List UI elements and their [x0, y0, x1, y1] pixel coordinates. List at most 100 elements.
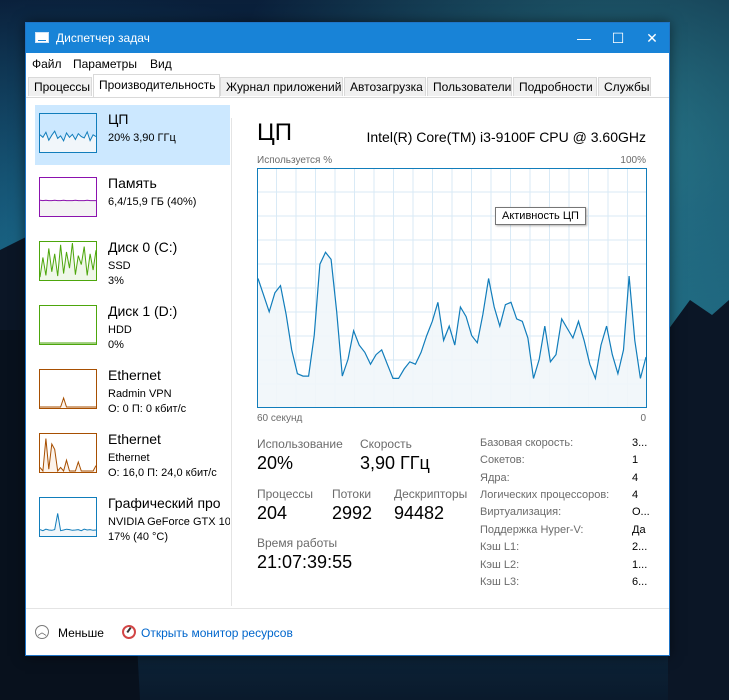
resource-sidebar: ЦП 20% 3,90 ГГц Память 6,4/15,9 ГБ (40%)… [26, 98, 230, 608]
thumbnail-graph [39, 177, 97, 217]
sidebar-item-detail-2: О: 16,0 П: 24,0 кбит/с [108, 467, 217, 479]
thumbnail-graph [39, 497, 97, 537]
sidebar-item-detail: NVIDIA GeForce GTX 106 [108, 516, 230, 528]
detail-value: 2... [632, 541, 648, 553]
graph-axis-end: 0 [640, 413, 646, 424]
sidebar-item-name: Графический про [108, 495, 221, 511]
sidebar-item-detail-2: 3% [108, 275, 124, 287]
sidebar-item-name: Диск 0 (C:) [108, 239, 178, 255]
tab-users[interactable]: Пользователи [427, 77, 512, 96]
sidebar-item-ethernet-radmin[interactable]: Ethernet Radmin VPN О: 0 П: 0 кбит/с [35, 361, 230, 421]
thumbnail-graph [39, 241, 97, 281]
thumbnail-graph [39, 433, 97, 473]
detail-value: 1 [632, 454, 639, 466]
tab-processes[interactable]: Процессы [28, 77, 92, 96]
menu-bar: Файл Параметры Вид [26, 53, 669, 73]
detail-key: Поддержка Hyper-V: [480, 524, 584, 536]
processes-value: 204 [257, 503, 288, 523]
utilization-label: Использование [257, 437, 343, 451]
sidebar-item-detail: HDD [108, 324, 132, 336]
detail-value: 1... [632, 559, 648, 571]
detail-value: 6... [632, 576, 648, 588]
sidebar-item-name: Память [108, 175, 157, 191]
sidebar-item-disk-0[interactable]: Диск 0 (C:) SSD 3% [35, 233, 230, 293]
footer-bar: ︿ Меньше Открыть монитор ресурсов [26, 608, 669, 656]
thumbnail-area [40, 513, 96, 536]
detail-key: Виртуализация: [480, 506, 562, 518]
thumbnail-line [40, 438, 96, 472]
maximize-button[interactable]: ☐ [601, 23, 635, 53]
tab-strip: Процессы Производительность Журнал прило… [26, 73, 669, 98]
handles-value: 94482 [394, 503, 445, 523]
sidebar-item-detail: SSD [108, 260, 131, 272]
tab-performance[interactable]: Производительность [93, 74, 220, 97]
sidebar-item-memory[interactable]: Память 6,4/15,9 ГБ (40%) [35, 169, 230, 229]
utilization-value: 20% [257, 453, 294, 473]
detail-key: Кэш L2: [480, 559, 520, 571]
graph-axis-start: 60 секунд [257, 413, 303, 424]
sidebar-item-name: Ethernet [108, 367, 161, 383]
sidebar-item-disk-1[interactable]: Диск 1 (D:) HDD 0% [35, 297, 230, 357]
task-manager-icon [35, 32, 49, 43]
tab-details[interactable]: Подробности [513, 77, 597, 96]
thumbnail-graph [39, 369, 97, 409]
sidebar-item-detail-2: 0% [108, 339, 124, 351]
processes-label: Процессы [257, 487, 314, 501]
mountain-right [668, 300, 729, 700]
thumbnail-graph [39, 305, 97, 345]
detail-key: Логических процессоров: [480, 489, 610, 501]
menu-file[interactable]: Файл [32, 57, 62, 71]
speed-label: Скорость [360, 437, 412, 451]
detail-value: 4 [632, 489, 639, 501]
detail-key: Ядра: [480, 472, 510, 484]
threads-value: 2992 [332, 503, 373, 523]
cpu-panel: ЦП Intel(R) Core(TM) i3-9100F CPU @ 3.60… [232, 98, 669, 608]
thumbnail-graph [39, 113, 97, 153]
speed-value: 3,90 ГГц [360, 453, 430, 473]
task-manager-window: Диспетчер задач — ☐ ✕ Файл Параметры Вид… [25, 22, 670, 656]
sidebar-item-detail: Radmin VPN [108, 388, 172, 400]
detail-key: Сокетов: [480, 454, 525, 466]
panel-title: ЦП [257, 119, 293, 146]
sidebar-item-detail-2: 17% (40 °C) [108, 531, 169, 543]
sidebar-item-gpu[interactable]: Графический про NVIDIA GeForce GTX 106 1… [35, 489, 230, 549]
handles-label: Дескрипторы [394, 487, 468, 501]
minimize-button[interactable]: — [567, 23, 601, 53]
tab-app-history[interactable]: Журнал приложений [220, 77, 343, 96]
sidebar-item-name: Ethernet [108, 431, 161, 447]
chevron-up-icon[interactable]: ︿ [35, 625, 49, 639]
graph-label-utilization: Используется % [257, 155, 333, 166]
detail-key: Кэш L1: [480, 541, 520, 553]
close-button[interactable]: ✕ [635, 23, 669, 53]
graph-label-max: 100% [620, 155, 646, 166]
detail-key: Кэш L3: [480, 576, 520, 588]
fewer-details-button[interactable]: Меньше [58, 626, 104, 640]
thumbnail-area [40, 200, 96, 216]
sidebar-item-detail-2: О: 0 П: 0 кбит/с [108, 403, 187, 415]
window-title: Диспетчер задач [56, 31, 150, 45]
detail-key: Базовая скорость: [480, 437, 574, 449]
menu-view[interactable]: Вид [150, 57, 172, 71]
resource-monitor-icon [122, 625, 136, 639]
uptime-value: 21:07:39:55 [257, 552, 353, 572]
thumbnail-line [40, 513, 96, 532]
title-bar[interactable]: Диспетчер задач — ☐ ✕ [26, 23, 669, 53]
sidebar-item-ethernet[interactable]: Ethernet Ethernet О: 16,0 П: 24,0 кбит/с [35, 425, 230, 485]
menu-options[interactable]: Параметры [73, 57, 137, 71]
tab-services[interactable]: Службы [598, 77, 651, 96]
sidebar-item-detail: 20% 3,90 ГГц [108, 132, 176, 144]
sidebar-item-detail: Ethernet [108, 452, 150, 464]
sidebar-item-name: ЦП [108, 111, 129, 127]
cpu-usage-graph[interactable] [257, 168, 647, 408]
sidebar-item-detail: 6,4/15,9 ГБ (40%) [108, 196, 197, 208]
open-resource-monitor-link[interactable]: Открыть монитор ресурсов [141, 626, 293, 640]
cpu-model: Intel(R) Core(TM) i3-9100F CPU @ 3.60GHz [366, 129, 646, 145]
sidebar-item-cpu[interactable]: ЦП 20% 3,90 ГГц [35, 105, 230, 165]
sidebar-item-name: Диск 1 (D:) [108, 303, 178, 319]
detail-value: Да [632, 524, 646, 536]
graph-tooltip: Активность ЦП [495, 207, 586, 225]
detail-value: 3... [632, 437, 648, 449]
tab-startup[interactable]: Автозагрузка [344, 77, 426, 96]
detail-value: О... [632, 506, 650, 518]
detail-value: 4 [632, 472, 639, 484]
